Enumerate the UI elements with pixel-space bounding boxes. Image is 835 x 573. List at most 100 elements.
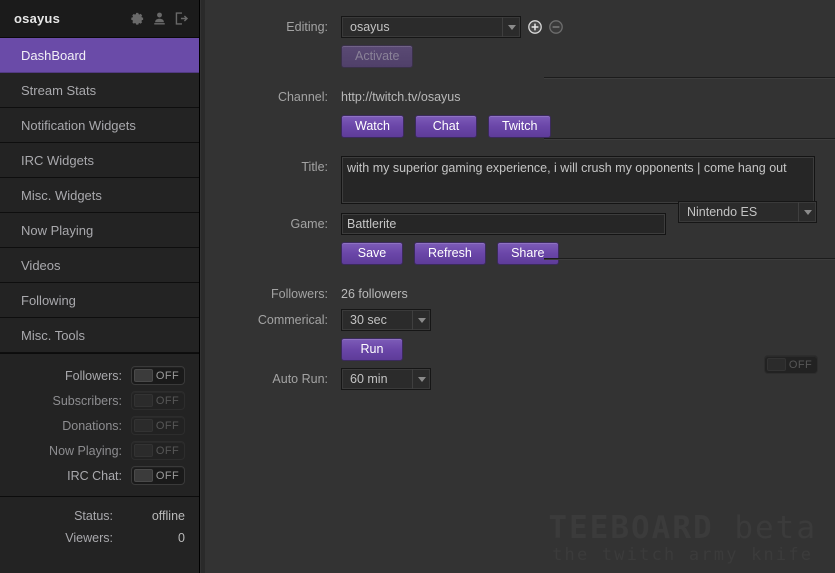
save-button[interactable]: Save bbox=[341, 242, 403, 265]
sidebar-seam bbox=[201, 0, 205, 573]
sidebar-item-stream-stats[interactable]: Stream Stats bbox=[0, 73, 199, 108]
followers-row: Followers: 26 followers bbox=[200, 283, 834, 305]
status-value: offline bbox=[151, 509, 185, 523]
toggle-row-followers: Followers: OFF bbox=[0, 363, 199, 388]
sidebar-item-misc-widgets[interactable]: Misc. Widgets bbox=[0, 178, 199, 213]
channel-buttons-row: Watch Chat Twitch bbox=[200, 115, 834, 138]
toggle-row-irc-chat: IRC Chat: OFF bbox=[0, 463, 199, 488]
auto-run-controls: 60 min bbox=[341, 368, 431, 390]
channel-row: Channel: http://twitch.tv/osayus bbox=[200, 86, 834, 108]
divider-game bbox=[544, 258, 835, 260]
sidebar-item-label: Following bbox=[21, 292, 76, 308]
irc-chat-toggle[interactable]: OFF bbox=[131, 466, 185, 485]
sidebar-item-label: Videos bbox=[21, 257, 61, 273]
followers-toggle[interactable]: OFF bbox=[131, 366, 185, 385]
teeboard-window: osayus DashBoard Stream Stats Notificati… bbox=[0, 0, 835, 573]
sidebar-item-misc-tools[interactable]: Misc. Tools bbox=[0, 318, 199, 353]
commercial-row: Commerical: 30 sec bbox=[200, 309, 834, 331]
toggle-state: OFF bbox=[155, 444, 180, 457]
channel-url-wrap: http://twitch.tv/osayus bbox=[341, 86, 461, 108]
toggle-row-subscribers: Subscribers: OFF bbox=[0, 388, 199, 413]
viewers-label: Viewers: bbox=[65, 531, 113, 545]
sidebar-item-label: Now Playing bbox=[21, 222, 94, 238]
activate-row: Activate bbox=[200, 45, 834, 68]
toggle-knob bbox=[134, 469, 153, 482]
chat-button[interactable]: Chat bbox=[414, 115, 477, 138]
editing-select[interactable]: osayus bbox=[341, 16, 521, 38]
share-button[interactable]: Share bbox=[496, 242, 559, 265]
now-playing-toggle[interactable]: OFF bbox=[131, 441, 185, 460]
auto-run-interval-select[interactable]: 60 min bbox=[341, 368, 431, 390]
commercial-duration-value: 30 sec bbox=[350, 313, 387, 327]
auto-run-toggle[interactable]: OFF bbox=[764, 355, 818, 374]
game-field-wrap bbox=[341, 213, 666, 235]
game-button-group: Save Refresh Share bbox=[341, 242, 559, 265]
run-commercial-button[interactable]: Run bbox=[341, 338, 403, 361]
plus-circle-icon[interactable] bbox=[528, 20, 542, 34]
toggle-label: Donations: bbox=[62, 418, 122, 433]
game-input[interactable] bbox=[341, 213, 666, 235]
twitch-button[interactable]: Twitch bbox=[487, 115, 552, 138]
toggle-knob bbox=[134, 419, 153, 432]
activate-button[interactable]: Activate bbox=[341, 45, 414, 68]
toggle-state: OFF bbox=[155, 369, 180, 382]
sidebar-item-following[interactable]: Following bbox=[0, 283, 199, 318]
toggle-state: OFF bbox=[155, 394, 180, 407]
teeboard-watermark: TEEBOARD beta the twitch army knife bbox=[548, 511, 817, 565]
commercial-duration-select[interactable]: 30 sec bbox=[341, 309, 431, 331]
status-label: Status: bbox=[74, 509, 113, 523]
dashboard-form: Editing: osayus Activate Channel: http:/… bbox=[200, 0, 834, 390]
toggle-label: IRC Chat: bbox=[67, 468, 122, 483]
chevron-down-icon bbox=[502, 17, 520, 37]
chevron-down-icon bbox=[412, 310, 430, 330]
divider-editing bbox=[544, 77, 835, 79]
sidebar-item-videos[interactable]: Videos bbox=[0, 248, 199, 283]
user-download-icon[interactable] bbox=[152, 11, 167, 26]
platform-select[interactable]: Nintendo ES bbox=[678, 201, 817, 223]
donations-toggle[interactable]: OFF bbox=[131, 416, 185, 435]
sidebar-item-dashboard[interactable]: DashBoard bbox=[0, 38, 199, 73]
watch-button[interactable]: Watch bbox=[341, 115, 404, 138]
sidebar-item-label: DashBoard bbox=[21, 47, 87, 63]
auto-run-row: Auto Run: 60 min bbox=[200, 368, 834, 390]
toggle-knob bbox=[767, 358, 786, 371]
followers-label: Followers: bbox=[271, 287, 328, 301]
sidebar-item-notification-widgets[interactable]: Notification Widgets bbox=[0, 108, 199, 143]
toggle-state: OFF bbox=[155, 419, 180, 432]
followers-count: 26 followers bbox=[341, 287, 408, 301]
refresh-button[interactable]: Refresh bbox=[414, 242, 486, 265]
sidebar-header: osayus bbox=[0, 0, 199, 38]
chevron-down-icon bbox=[798, 202, 816, 222]
watermark-title: TEEBOARD beta bbox=[548, 511, 817, 545]
logout-icon[interactable] bbox=[174, 11, 189, 26]
subscribers-toggle[interactable]: OFF bbox=[131, 391, 185, 410]
sidebar-item-label: IRC Widgets bbox=[21, 152, 94, 168]
game-label: Game: bbox=[290, 217, 328, 231]
sidebar: osayus DashBoard Stream Stats Notificati… bbox=[0, 0, 200, 573]
editing-label: Editing: bbox=[286, 20, 328, 34]
toggle-knob bbox=[134, 394, 153, 407]
toggle-knob bbox=[134, 444, 153, 457]
sidebar-item-irc-widgets[interactable]: IRC Widgets bbox=[0, 143, 199, 178]
editing-controls: osayus bbox=[341, 16, 563, 38]
game-buttons-row: Save Refresh Share bbox=[200, 242, 834, 265]
auto-run-interval-value: 60 min bbox=[350, 372, 388, 386]
sidebar-item-label: Misc. Widgets bbox=[21, 187, 102, 203]
sidebar-item-label: Stream Stats bbox=[21, 82, 97, 98]
stream-title-input[interactable] bbox=[341, 156, 815, 204]
sidebar-item-label: Misc. Tools bbox=[21, 327, 86, 343]
sidebar-item-now-playing[interactable]: Now Playing bbox=[0, 213, 199, 248]
channel-url: http://twitch.tv/osayus bbox=[341, 90, 461, 104]
toggle-row-donations: Donations: OFF bbox=[0, 413, 199, 438]
title-row: Title: bbox=[200, 156, 834, 204]
toggle-state: OFF bbox=[788, 358, 813, 371]
gear-icon[interactable] bbox=[130, 11, 145, 26]
dashboard-panel: Editing: osayus Activate Channel: http:/… bbox=[200, 0, 835, 573]
sidebar-item-label: Notification Widgets bbox=[21, 117, 136, 133]
viewers-value: 0 bbox=[178, 531, 185, 545]
sidebar-toggle-list: Followers: OFF Subscribers: OFF Donation… bbox=[0, 354, 199, 497]
status-row-viewers: Viewers: 0 bbox=[0, 527, 185, 549]
minus-circle-icon[interactable] bbox=[549, 20, 563, 34]
watermark-title-beta: beta bbox=[734, 510, 817, 546]
toggle-knob bbox=[134, 369, 153, 382]
